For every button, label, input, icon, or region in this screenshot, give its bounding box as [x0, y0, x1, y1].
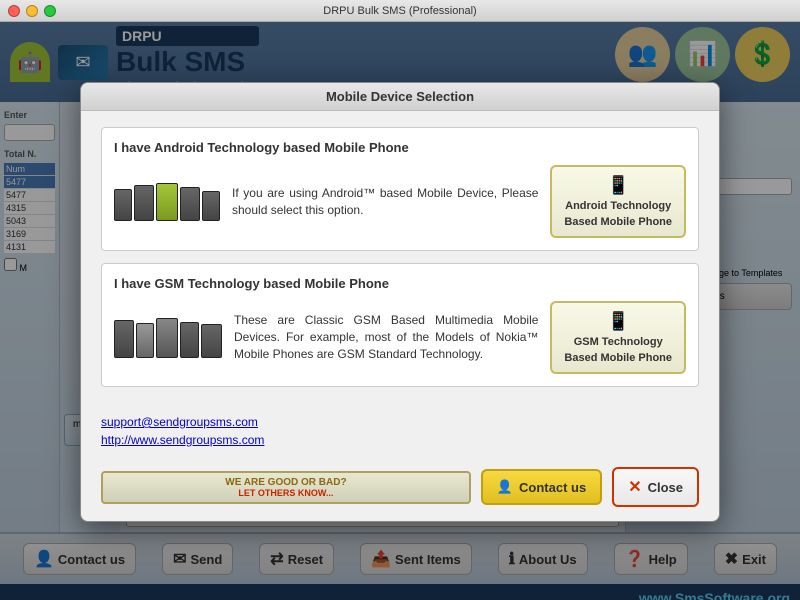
feedback-bottom-text: LET OTHERS KNOW...	[111, 488, 461, 498]
close-window-button[interactable]	[8, 5, 20, 17]
android-select-button[interactable]: 📱 Android Technology Based Mobile Phone	[550, 165, 686, 238]
android-section: I have Android Technology based Mobile P…	[101, 127, 699, 251]
modal-dialog: Mobile Device Selection I have Android T…	[80, 82, 720, 522]
gsm-phone-2	[136, 323, 154, 358]
phone-image-4	[180, 187, 200, 221]
modal-body: I have Android Technology based Mobile P…	[81, 111, 719, 415]
phone-image-2	[134, 185, 154, 221]
maximize-window-button[interactable]	[44, 5, 56, 17]
website-link[interactable]: http://www.sendgroupsms.com	[101, 433, 699, 447]
support-email-link[interactable]: support@sendgroupsms.com	[101, 415, 699, 429]
gsm-phone-4	[180, 322, 199, 358]
modal-footer: WE ARE GOOD OR BAD? LET OTHERS KNOW... 👤…	[81, 459, 719, 521]
minimize-window-button[interactable]	[26, 5, 38, 17]
android-description: If you are using Android™ based Mobile D…	[232, 185, 538, 219]
gsm-section: I have GSM Technology based Mobile Phone…	[101, 263, 699, 387]
gsm-description: These are Classic GSM Based Multimedia M…	[234, 312, 538, 362]
title-bar: DRPU Bulk SMS (Professional)	[0, 0, 800, 22]
app-background: 🤖 ✉ DRPU Bulk SMS The Tool That Helps 👥 …	[0, 22, 800, 600]
window-title: DRPU Bulk SMS (Professional)	[323, 5, 476, 17]
modal-title: Mobile Device Selection	[326, 89, 474, 104]
phone-image-1	[114, 189, 132, 221]
gsm-btn-icon: 📱	[607, 311, 629, 332]
modal-links: support@sendgroupsms.com http://www.send…	[81, 415, 719, 459]
feedback-badge[interactable]: WE ARE GOOD OR BAD? LET OTHERS KNOW...	[101, 471, 471, 504]
gsm-section-header: I have GSM Technology based Mobile Phone	[114, 276, 686, 291]
contact-us-modal-button[interactable]: 👤 Contact us	[481, 469, 602, 505]
close-modal-icon: ✕	[628, 477, 641, 497]
gsm-phone-5	[201, 324, 222, 358]
gsm-phones-image	[114, 318, 222, 358]
android-section-content: If you are using Android™ based Mobile D…	[114, 165, 686, 238]
gsm-select-button[interactable]: 📱 GSM Technology Based Mobile Phone	[550, 301, 686, 374]
close-modal-button[interactable]: ✕ Close	[612, 467, 699, 507]
contact-modal-icon: 👤	[497, 479, 513, 495]
phone-image-3	[156, 183, 178, 221]
modal-titlebar: Mobile Device Selection	[81, 83, 719, 111]
feedback-top-text: WE ARE GOOD OR BAD?	[111, 477, 461, 488]
modal-overlay: Mobile Device Selection I have Android T…	[0, 22, 800, 600]
gsm-phone-3	[156, 318, 178, 358]
gsm-phone-1	[114, 320, 134, 358]
window-controls	[8, 5, 56, 17]
gsm-section-content: These are Classic GSM Based Multimedia M…	[114, 301, 686, 374]
phone-image-5	[202, 191, 220, 221]
android-phones-image	[114, 183, 220, 221]
android-section-header: I have Android Technology based Mobile P…	[114, 140, 686, 155]
android-btn-icon: 📱	[607, 175, 629, 196]
